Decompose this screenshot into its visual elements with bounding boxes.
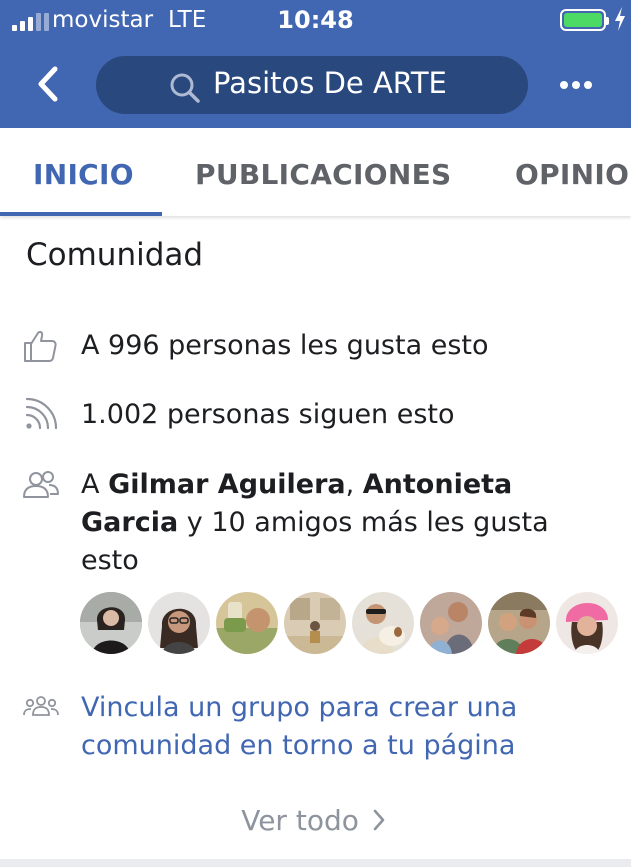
back-button[interactable] — [30, 62, 70, 106]
rss-follow-icon — [25, 397, 58, 430]
friends-like-text: A Gilmar Aguilera, Antonieta Garcia y 10… — [81, 466, 601, 580]
tab-opiniones[interactable]: OPINIONES — [515, 158, 631, 191]
back-chevron-icon — [38, 66, 58, 102]
tab-inicio[interactable]: INICIO — [33, 158, 134, 191]
section-title: Comunidad — [26, 237, 204, 273]
thumbs-up-icon — [24, 331, 57, 362]
friends-prefix: A — [81, 469, 109, 500]
avatar[interactable] — [488, 592, 550, 654]
likes-count-text: A 996 personas les gusta esto — [81, 330, 489, 361]
status-bar: movistar LTE 10:48 — [0, 0, 631, 42]
friends-separator: , — [345, 469, 363, 500]
see-all-label: Ver todo — [241, 804, 359, 837]
avatar[interactable] — [556, 592, 618, 654]
chevron-right-icon — [373, 809, 385, 831]
search-bar[interactable]: Pasitos De ARTE — [96, 56, 528, 114]
avatar[interactable] — [80, 592, 142, 654]
avatar[interactable] — [284, 592, 346, 654]
active-tab-indicator — [0, 212, 162, 216]
header-bar: movistar LTE 10:48 Pasitos De ARTE — [0, 0, 631, 128]
section-divider — [0, 859, 631, 867]
battery-icon — [560, 9, 609, 31]
more-dots-icon — [560, 81, 592, 89]
follows-count-text: 1.002 personas siguen esto — [81, 399, 455, 430]
status-time: 10:48 — [277, 6, 354, 34]
friend-avatars — [80, 592, 620, 656]
charging-bolt-icon — [615, 7, 625, 31]
more-options-button[interactable] — [556, 70, 596, 100]
avatar[interactable] — [216, 592, 278, 654]
link-group-link[interactable]: Vincula un grupo para crear una comunida… — [81, 689, 601, 765]
friend-name-link[interactable]: Gilmar Aguilera — [108, 469, 346, 500]
search-query: Pasitos De ARTE — [213, 66, 447, 100]
friends-icon — [23, 471, 59, 498]
avatar[interactable] — [352, 592, 414, 654]
tab-publicaciones[interactable]: PUBLICACIONES — [195, 158, 451, 191]
avatar[interactable] — [148, 592, 210, 654]
page-tabs: INICIO PUBLICACIONES OPINIONES — [0, 128, 631, 216]
search-icon — [170, 73, 200, 103]
group-icon — [23, 696, 59, 716]
avatar[interactable] — [420, 592, 482, 654]
see-all-link[interactable]: Ver todo — [0, 804, 631, 837]
